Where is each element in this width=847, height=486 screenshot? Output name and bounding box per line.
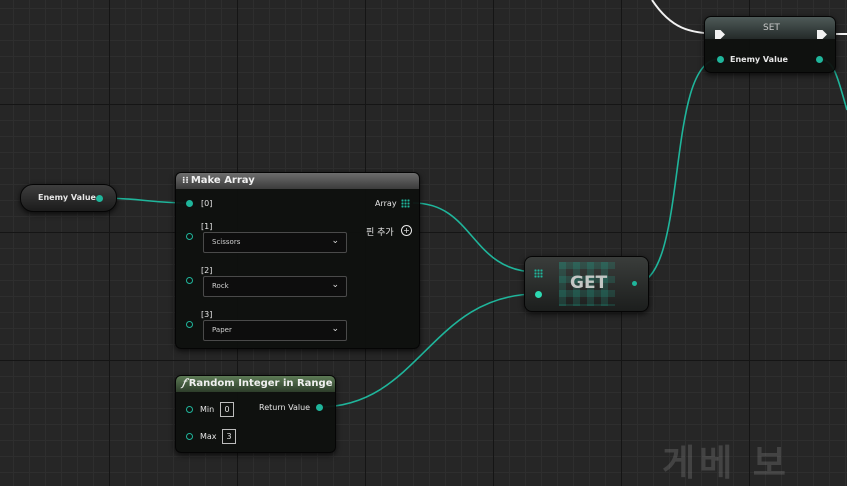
random-min-label: Min — [200, 405, 215, 414]
wire-get-to-set — [633, 58, 720, 285]
enemy-value-getter-label: Enemy Value — [38, 193, 96, 202]
set-pin-label: Enemy Value — [730, 55, 788, 64]
array-input-pin-2[interactable] — [186, 277, 193, 284]
get-array-input-pin[interactable] — [534, 269, 543, 278]
make-array-title: Make Array — [190, 175, 255, 186]
random-min-pin[interactable] — [186, 406, 193, 413]
array-input-value-1: Scissors — [212, 238, 241, 246]
set-title: SET — [763, 23, 780, 33]
get-output-pin[interactable] — [632, 281, 637, 286]
array-input-index-2: [2] — [201, 266, 213, 275]
add-pin-label[interactable]: 핀 추가 — [366, 225, 394, 238]
enemy-value-getter-node[interactable]: Enemy Value — [20, 184, 117, 212]
array-input-pin-3[interactable] — [186, 321, 193, 328]
make-array-node[interactable]: ⁝⁝ Make Array [0] Array 핀 추가 + [1] Scisso… — [175, 172, 420, 349]
get-index-input-pin[interactable] — [535, 291, 542, 298]
make-array-header: ⁝⁝ Make Array — [176, 173, 419, 189]
array-input-value-3: Paper — [212, 326, 232, 334]
array-input-combo-2[interactable]: Rock ⌄ — [203, 276, 347, 297]
set-node[interactable]: SET Enemy Value — [704, 16, 836, 73]
add-pin-icon[interactable]: + — [401, 225, 412, 236]
function-icon: 𝑓 — [182, 378, 186, 389]
random-integer-title: Random Integer in Range — [188, 378, 333, 389]
random-min-input[interactable]: 0 — [220, 402, 234, 417]
random-max-pin[interactable] — [186, 433, 193, 440]
random-max-label: Max — [200, 432, 217, 441]
watermark-text: 게베 보 — [662, 443, 790, 484]
array-input-index-3: [3] — [201, 310, 213, 319]
random-return-label: Return Value — [259, 403, 311, 412]
get-node[interactable]: GET — [524, 256, 649, 312]
chevron-down-icon: ⌄ — [331, 280, 339, 290]
array-input-pin-0[interactable] — [186, 200, 193, 207]
enemy-value-getter-pin[interactable] — [96, 195, 103, 202]
array-input-index-1: [1] — [201, 222, 213, 231]
chevron-down-icon: ⌄ — [331, 324, 339, 334]
chevron-down-icon: ⌄ — [331, 236, 339, 246]
set-header: SET — [705, 17, 835, 39]
array-input-index-0: [0] — [201, 199, 213, 208]
random-return-pin[interactable] — [316, 404, 323, 411]
get-title: GET — [570, 273, 608, 293]
array-input-combo-3[interactable]: Paper ⌄ — [203, 320, 347, 341]
wire-array-to-get — [412, 202, 538, 273]
set-enemy-value-out-pin[interactable] — [816, 56, 823, 63]
array-input-value-2: Rock — [212, 282, 229, 290]
set-enemy-value-in-pin[interactable] — [717, 56, 724, 63]
array-input-combo-1[interactable]: Scissors ⌄ — [203, 232, 347, 253]
array-output-pin[interactable] — [401, 199, 410, 208]
random-integer-header: 𝑓 Random Integer in Range — [176, 376, 335, 392]
random-integer-node[interactable]: 𝑓 Random Integer in Range Min 0 Return Va… — [175, 375, 336, 453]
make-array-icon: ⁝⁝ — [182, 176, 189, 186]
array-input-pin-1[interactable] — [186, 233, 193, 240]
array-output-label: Array — [375, 199, 397, 208]
random-max-input[interactable]: 3 — [222, 429, 236, 444]
